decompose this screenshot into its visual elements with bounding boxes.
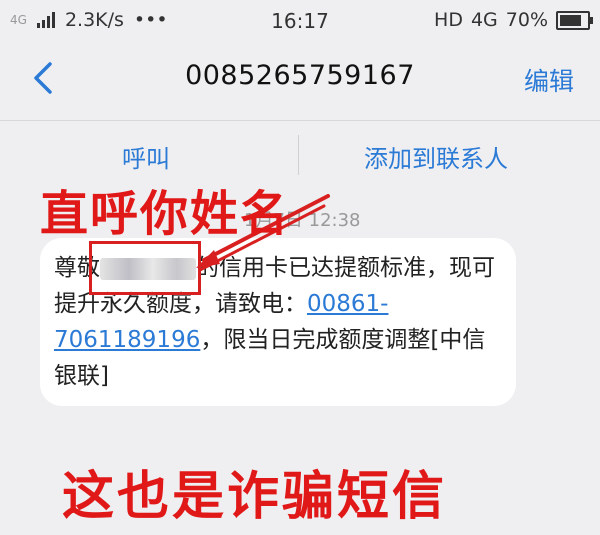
annotation-scam-caption: 这也是诈骗短信 — [62, 467, 448, 527]
annotation-name-callout: 直呼你姓名 — [40, 186, 291, 242]
